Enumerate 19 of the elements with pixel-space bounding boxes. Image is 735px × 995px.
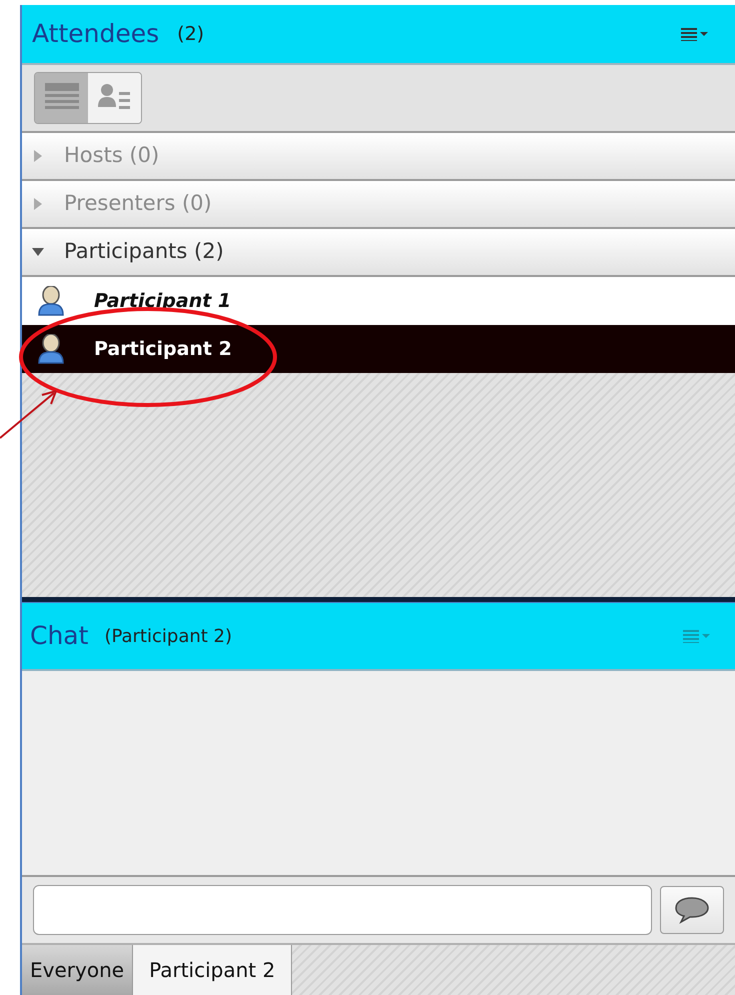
- attendee-count: (2): [177, 22, 204, 47]
- list-view-button[interactable]: [35, 73, 88, 123]
- chat-tab[interactable]: Participant 2: [133, 945, 292, 995]
- collapse-caret-icon[interactable]: [32, 246, 44, 258]
- card-view-button[interactable]: [88, 73, 141, 123]
- pointer-arrow: [0, 390, 57, 439]
- section-header[interactable]: Participants (2): [22, 229, 735, 277]
- message-input[interactable]: [33, 885, 652, 935]
- send-button[interactable]: [660, 886, 724, 934]
- panel-title: Chat: [30, 620, 88, 652]
- attendee-row[interactable]: Participant 1: [22, 277, 735, 325]
- menu-icon[interactable]: [681, 27, 709, 41]
- chat-recipient: (Participant 2): [104, 624, 232, 648]
- panel-title: Attendees: [32, 18, 160, 50]
- person-icon: [38, 286, 64, 316]
- speech-bubble-icon: [674, 896, 710, 924]
- attendee-row[interactable]: Participant 2: [22, 325, 735, 373]
- person-icon: [38, 334, 64, 364]
- chat-tab[interactable]: Everyone: [22, 945, 134, 995]
